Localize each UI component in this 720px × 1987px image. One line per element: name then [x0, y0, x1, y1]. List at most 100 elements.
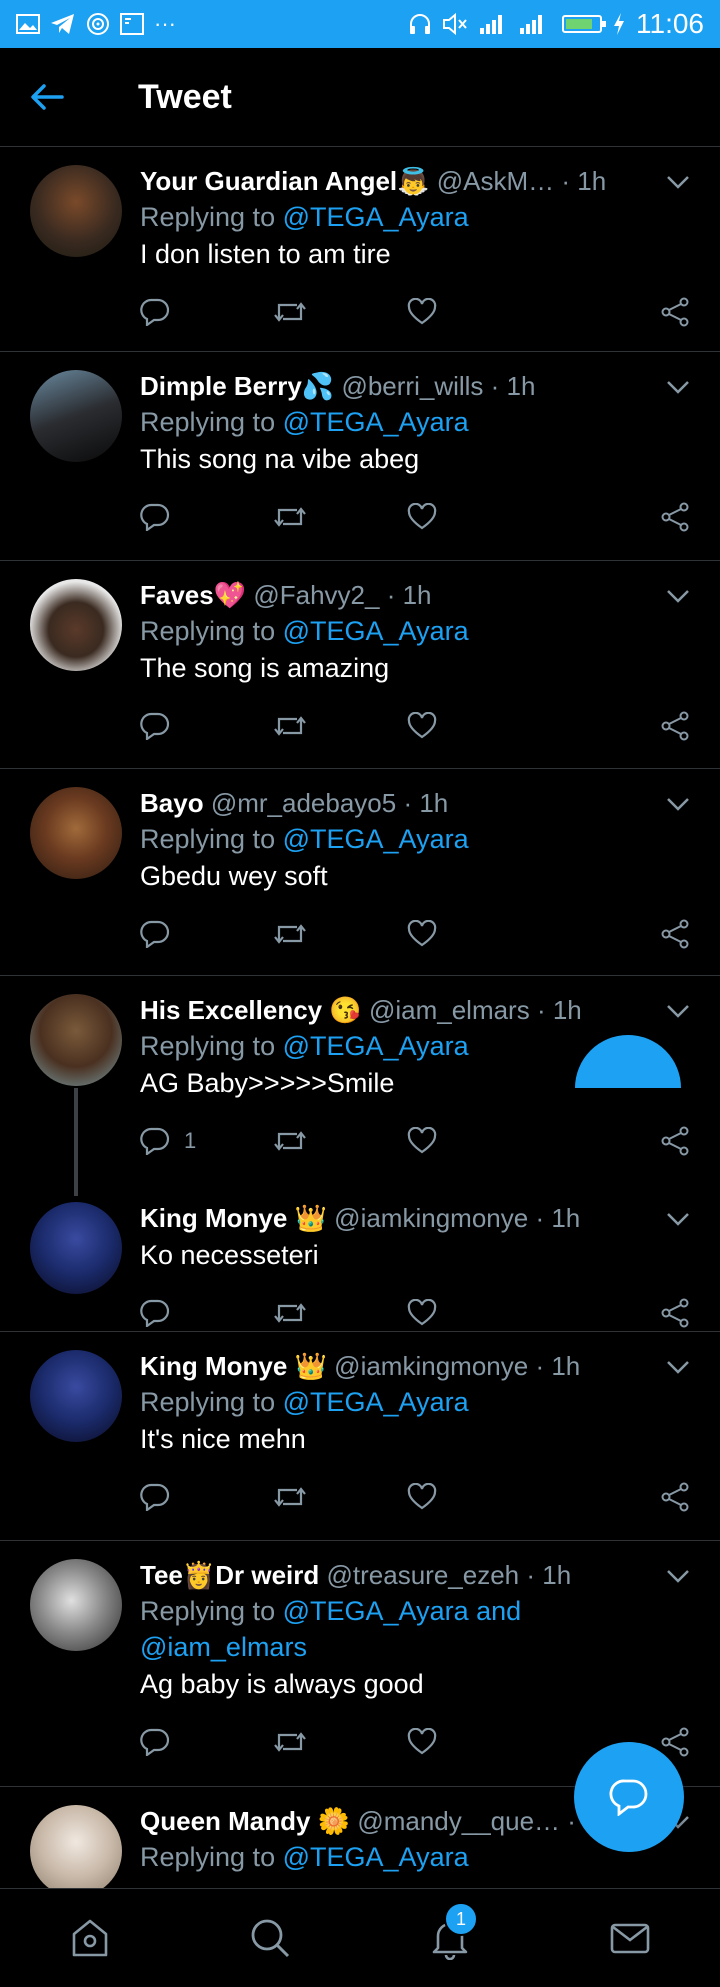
- avatar[interactable]: [30, 1559, 122, 1651]
- tweet-header: Dimple Berry💦 @berri_wills · 1h: [140, 368, 690, 404]
- chevron-down-icon[interactable]: [666, 1360, 690, 1374]
- avatar[interactable]: [30, 370, 122, 462]
- reply-button[interactable]: [140, 1728, 273, 1756]
- handle[interactable]: @AskM…: [437, 166, 554, 196]
- charging-icon: [614, 13, 624, 35]
- mention-link[interactable]: @TEGA_Ayara: [283, 407, 469, 437]
- share-button[interactable]: [540, 711, 690, 741]
- avatar[interactable]: [30, 994, 122, 1086]
- nav-search[interactable]: [240, 1908, 300, 1968]
- tweet-header: Tee👸Dr weird @treasure_ezeh · 1h: [140, 1557, 690, 1593]
- share-button[interactable]: [540, 1298, 690, 1328]
- notification-badge: 1: [444, 1902, 478, 1936]
- reply-button[interactable]: [140, 298, 273, 326]
- mention-link[interactable]: @TEGA_Ayara: [283, 616, 469, 646]
- avatar[interactable]: [30, 579, 122, 671]
- share-icon: [661, 1298, 689, 1328]
- tweet[interactable]: Your Guardian Angel👼 @AskM… · 1h Replyin…: [0, 147, 720, 352]
- retweet-button[interactable]: [273, 1128, 406, 1154]
- compose-reply-button[interactable]: [574, 1742, 684, 1852]
- replying-to-label: Replying to: [140, 1842, 276, 1872]
- mention-link[interactable]: @TEGA_Ayara: [283, 1387, 469, 1417]
- tweet[interactable]: Faves💖 @Fahvy2_ · 1h Replying to @TEGA_A…: [0, 561, 720, 769]
- mention-link[interactable]: @TEGA_Ayara: [283, 202, 469, 232]
- like-button[interactable]: [407, 1483, 540, 1511]
- chevron-down-icon[interactable]: [666, 175, 690, 189]
- mention-link[interactable]: @iam_elmars: [140, 1632, 307, 1662]
- display-name[interactable]: Dimple Berry💦: [140, 371, 334, 401]
- handle[interactable]: @iamkingmonye: [334, 1351, 528, 1381]
- chevron-down-icon[interactable]: [666, 1004, 690, 1018]
- avatar[interactable]: [30, 1202, 122, 1294]
- nav-messages[interactable]: [600, 1908, 660, 1968]
- display-name[interactable]: Queen Mandy 🌼: [140, 1806, 350, 1836]
- handle[interactable]: @mandy__que…: [357, 1806, 560, 1836]
- display-name[interactable]: King Monye 👑: [140, 1203, 327, 1233]
- replying-to-label: Replying to: [140, 824, 276, 854]
- like-button[interactable]: [407, 920, 540, 948]
- avatar[interactable]: [30, 787, 122, 879]
- mention-link[interactable]: @TEGA_Ayara: [283, 1031, 469, 1061]
- more-notifications: ···: [154, 11, 176, 36]
- avatar[interactable]: [30, 1805, 122, 1897]
- like-button[interactable]: [407, 298, 540, 326]
- share-button[interactable]: [540, 919, 690, 949]
- chevron-down-icon[interactable]: [666, 1569, 690, 1583]
- retweet-button[interactable]: [273, 1484, 406, 1510]
- mention-link[interactable]: @TEGA_Ayara: [283, 1842, 469, 1872]
- share-button[interactable]: [540, 1126, 690, 1156]
- share-button[interactable]: [540, 1482, 690, 1512]
- chevron-down-icon[interactable]: [666, 589, 690, 603]
- handle[interactable]: @mr_adebayo5: [211, 788, 396, 818]
- handle[interactable]: @iamkingmonye: [334, 1203, 528, 1233]
- display-name[interactable]: Tee👸Dr weird: [140, 1560, 319, 1590]
- display-name[interactable]: King Monye 👑: [140, 1351, 327, 1381]
- headphones-icon: [410, 14, 430, 34]
- tweet[interactable]: Bayo @mr_adebayo5 · 1h Replying to @TEGA…: [0, 769, 720, 976]
- reply-button[interactable]: [140, 712, 273, 740]
- reply-button[interactable]: 1: [140, 1127, 273, 1155]
- share-icon: [661, 297, 689, 327]
- chevron-down-icon[interactable]: [666, 380, 690, 394]
- like-button[interactable]: [407, 712, 540, 740]
- handle[interactable]: @Fahvy2_: [253, 580, 379, 610]
- replying-to-label: Replying to: [140, 616, 276, 646]
- display-name[interactable]: Bayo: [140, 788, 204, 818]
- avatar[interactable]: [30, 165, 122, 257]
- retweet-button[interactable]: [273, 921, 406, 947]
- chevron-down-icon[interactable]: [666, 797, 690, 811]
- share-button[interactable]: [540, 297, 690, 327]
- retweet-button[interactable]: [273, 299, 406, 325]
- retweet-button[interactable]: [273, 713, 406, 739]
- image-icon: [120, 13, 144, 35]
- retweet-button[interactable]: [273, 1300, 406, 1326]
- retweet-button[interactable]: [273, 504, 406, 530]
- display-name[interactable]: Your Guardian Angel👼: [140, 166, 430, 196]
- replying-to: Replying to @TEGA_Ayara: [140, 1384, 690, 1420]
- tweet[interactable]: Dimple Berry💦 @berri_wills · 1h Replying…: [0, 352, 720, 561]
- mention-link[interactable]: @TEGA_Ayara: [283, 824, 469, 854]
- nav-notifications[interactable]: 1: [420, 1902, 480, 1968]
- display-name[interactable]: Faves💖: [140, 580, 246, 610]
- handle[interactable]: @iam_elmars: [369, 995, 530, 1025]
- like-button[interactable]: [407, 503, 540, 531]
- reply-button[interactable]: [140, 503, 273, 531]
- retweet-button[interactable]: [273, 1729, 406, 1755]
- tweet[interactable]: King Monye 👑 @iamkingmonye · 1h Replying…: [0, 1332, 720, 1541]
- back-button[interactable]: [30, 83, 90, 111]
- nav-home[interactable]: [60, 1908, 120, 1968]
- handle[interactable]: @treasure_ezeh: [327, 1560, 520, 1590]
- reply-button[interactable]: [140, 1483, 273, 1511]
- share-button[interactable]: [540, 502, 690, 532]
- display-name[interactable]: His Excellency 😘: [140, 995, 362, 1025]
- chevron-down-icon[interactable]: [666, 1212, 690, 1226]
- handle[interactable]: @berri_wills: [341, 371, 483, 401]
- tweet[interactable]: King Monye 👑 @iamkingmonye · 1h Ko neces…: [0, 1194, 720, 1332]
- reply-button[interactable]: [140, 1299, 273, 1327]
- like-button[interactable]: [407, 1728, 540, 1756]
- like-button[interactable]: [407, 1127, 540, 1155]
- like-button[interactable]: [407, 1299, 540, 1327]
- mention-link[interactable]: @TEGA_Ayara and: [283, 1596, 522, 1626]
- avatar[interactable]: [30, 1350, 122, 1442]
- reply-button[interactable]: [140, 920, 273, 948]
